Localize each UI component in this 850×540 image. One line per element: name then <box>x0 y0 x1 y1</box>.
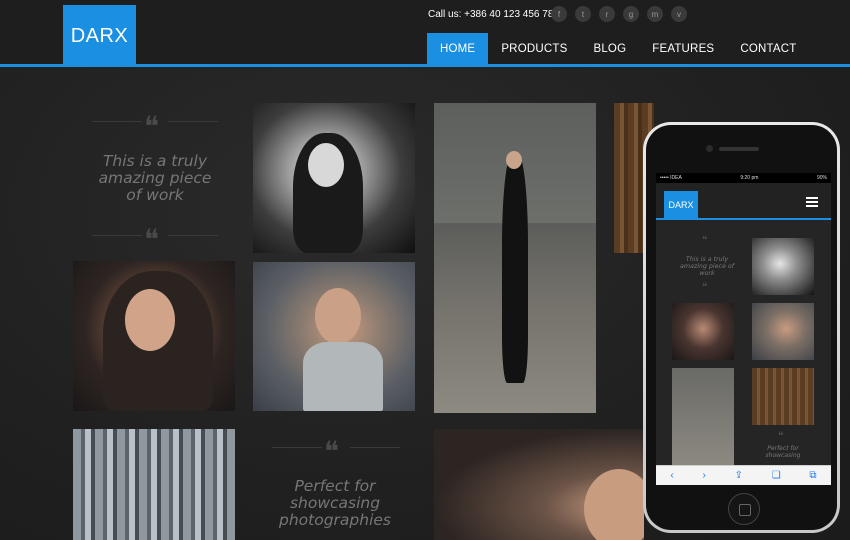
browser-toolbar: ‹ › ⇪ ❏ ⧉ <box>656 465 831 485</box>
portrait-face <box>584 469 644 540</box>
photo-city-skyline[interactable] <box>73 429 235 540</box>
header-divider <box>0 64 850 67</box>
nav-home[interactable]: HOME <box>427 33 489 64</box>
quote-line: showcasing <box>765 452 801 459</box>
divider <box>92 235 142 236</box>
mobile-photo-wood[interactable] <box>752 368 814 425</box>
quote-line: This is a truly <box>685 256 729 263</box>
quote-mark-icon: ❝ <box>324 435 340 468</box>
share-icon[interactable]: ⇪ <box>735 470 743 481</box>
status-bar: ••••• IDEA 9:20 pm 90% <box>656 173 831 183</box>
camera-icon <box>706 145 713 152</box>
portrait-body <box>303 342 383 411</box>
facebook-icon[interactable]: f <box>551 6 567 22</box>
logo[interactable]: DARX <box>63 5 136 67</box>
nav-contact[interactable]: CONTACT <box>727 33 809 64</box>
tabs-icon[interactable]: ⧉ <box>809 470 816 481</box>
call-us-text: Call us: +386 40 123 456 789 <box>428 9 559 20</box>
phone-screen: ••••• IDEA 9:20 pm 90% DARX ❝ This is a … <box>656 173 831 485</box>
mobile-quote-text-2: Perfect for showcasing <box>752 445 814 459</box>
mobile-quote-text: This is a truly amazing piece of work <box>676 256 738 277</box>
mail-icon[interactable]: m <box>647 6 663 22</box>
quote-line: Perfect for <box>294 477 376 495</box>
quote-text: Perfect for showcasing photographies <box>260 478 410 529</box>
quote-mark-icon: ❝ <box>702 235 708 246</box>
quote-line: amazing piece of <box>680 263 734 270</box>
photo-woman-black-dress[interactable] <box>434 103 596 413</box>
social-links: f t r g m v <box>551 6 687 22</box>
phone-mockup: ••••• IDEA 9:20 pm 90% DARX ❝ This is a … <box>643 122 840 533</box>
quote-line: showcasing <box>289 494 381 512</box>
quote-line: amazing piece <box>98 169 212 187</box>
quote-line: of work <box>126 186 184 204</box>
battery-text: 90% <box>816 175 827 181</box>
speaker-grill <box>719 147 759 151</box>
nav-products[interactable]: PRODUCTS <box>488 33 580 64</box>
bookmarks-icon[interactable]: ❏ <box>772 470 781 481</box>
divider <box>92 121 142 122</box>
divider <box>272 447 322 448</box>
quote-mark-icon: ❝ <box>778 431 784 442</box>
mobile-photo-leather[interactable] <box>672 303 734 360</box>
google-plus-icon[interactable]: g <box>623 6 639 22</box>
photo-woman-smiling[interactable] <box>434 429 644 540</box>
mobile-header-divider <box>656 218 831 220</box>
portrait-face <box>315 288 361 344</box>
divider <box>168 235 218 236</box>
quote-line: work <box>699 270 715 277</box>
hamburger-menu-icon[interactable] <box>806 197 818 207</box>
twitter-icon[interactable]: t <box>575 6 591 22</box>
mobile-logo[interactable]: DARX <box>664 191 698 218</box>
portrait-face <box>125 289 175 351</box>
divider <box>168 121 218 122</box>
woman-face <box>506 151 522 169</box>
photo-woman-leather[interactable] <box>73 261 235 411</box>
quote-line: Perfect for <box>767 445 799 452</box>
mobile-photo-black-dress[interactable] <box>672 368 734 468</box>
site-header: DARX Call us: +386 40 123 456 789 f t r … <box>0 0 850 67</box>
quote-line: This is a truly <box>102 152 208 170</box>
nav-blog[interactable]: BLOG <box>580 33 639 64</box>
mobile-photo-bw[interactable] <box>752 238 814 295</box>
portrait-face <box>308 143 344 187</box>
photo-woman-bw[interactable] <box>253 103 415 253</box>
quote-mark-icon: ❝ <box>702 282 708 293</box>
carrier-text: ••••• IDEA <box>660 175 682 181</box>
woman-figure <box>502 153 528 383</box>
vine-icon[interactable]: v <box>671 6 687 22</box>
quote-mark-icon: ❝ <box>144 110 160 143</box>
divider <box>350 447 400 448</box>
mobile-photo-sitting[interactable] <box>752 303 814 360</box>
forward-icon[interactable]: › <box>702 470 705 481</box>
back-icon[interactable]: ‹ <box>670 470 673 481</box>
rss-icon[interactable]: r <box>599 6 615 22</box>
photo-woman-sitting[interactable] <box>253 262 415 411</box>
time-text: 9:20 pm <box>740 175 759 181</box>
quote-text: This is a truly amazing piece of work <box>82 153 228 204</box>
quote-line: photographies <box>279 511 391 529</box>
main-nav: HOME PRODUCTS BLOG FEATURES CONTACT <box>427 33 809 64</box>
nav-features[interactable]: FEATURES <box>639 33 727 64</box>
quote-mark-icon: ❝ <box>144 223 160 256</box>
home-button[interactable] <box>728 493 760 525</box>
phone-body: ••••• IDEA 9:20 pm 90% DARX ❝ This is a … <box>646 125 837 530</box>
